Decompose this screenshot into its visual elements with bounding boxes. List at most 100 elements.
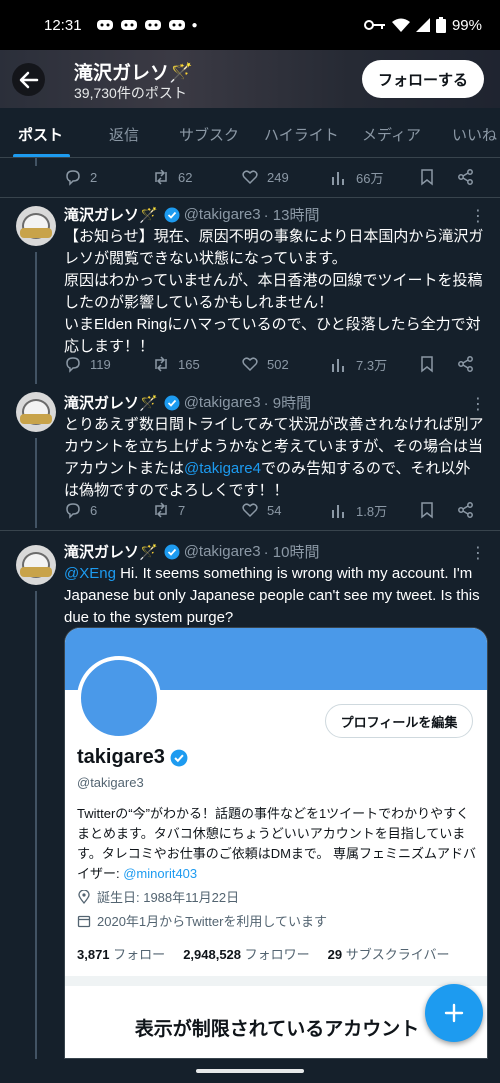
tweet-partial[interactable]: 2 62 249 66万 (0, 158, 500, 198)
heart-icon (242, 357, 258, 372)
attached-image-card[interactable]: プロフィールを編集 takigare3 @takigare3 Twitterの“… (64, 627, 488, 1059)
follow-button[interactable]: フォローする (362, 60, 484, 98)
more-options-icon[interactable]: ⋮ (470, 543, 486, 563)
tweet-header: 滝沢ガレソ🪄 @takigare3 · 9時間 (64, 392, 311, 413)
compose-post-button[interactable] (425, 984, 483, 1042)
repost-button[interactable]: 165 (152, 355, 200, 373)
repost-button[interactable]: 7 (152, 501, 185, 519)
card-name-text: takigare3 (77, 746, 165, 768)
share-icon (458, 169, 473, 185)
tweet-header: 滝沢ガレソ🪄 @takigare3 · 13時間 (64, 204, 319, 225)
battery-level: 99% (451, 16, 482, 34)
reply-button[interactable]: 6 (64, 501, 97, 519)
thread-line (35, 252, 37, 384)
plus-icon (444, 1003, 464, 1023)
bookmark-button[interactable] (418, 168, 436, 186)
reply-icon (66, 170, 80, 186)
tweet-time: · 9時間 (263, 395, 312, 412)
tab-replies[interactable]: 返信 (109, 124, 139, 145)
home-gesture-handle[interactable] (196, 1069, 304, 1073)
bar-chart-icon (332, 358, 344, 372)
calendar-icon (77, 915, 91, 927)
tab-highlights[interactable]: ハイライト (264, 124, 339, 145)
bookmark-icon (421, 169, 433, 186)
more-options-icon[interactable]: ⋮ (470, 206, 486, 226)
avatar[interactable] (16, 206, 56, 246)
key-icon (363, 20, 385, 30)
views-button[interactable]: 1.8万 (330, 501, 387, 520)
more-options-icon[interactable]: ⋮ (470, 394, 486, 414)
tweet[interactable]: 滝沢ガレソ🪄 @takigare3 · 13時間 ⋮ 【お知らせ】現在、原因不明… (0, 198, 500, 384)
signal-icon (415, 18, 430, 32)
tweet-text: @XEng Hi. It seems something is wrong wi… (64, 563, 484, 629)
status-time: 12:31 (44, 16, 82, 34)
heart-icon (242, 503, 258, 518)
thread-line (35, 158, 37, 166)
tweet[interactable]: 滝沢ガレソ🪄 @takigare3 · 9時間 ⋮ とりあえず数日間トライしてみ… (0, 384, 500, 530)
tweet-header: 滝沢ガレソ🪄 @takigare3 · 10時間 (64, 541, 319, 562)
discord-icon (144, 20, 161, 30)
views-button[interactable]: 7.3万 (330, 355, 387, 374)
reply-count: 119 (90, 356, 111, 372)
view-count: 7.3万 (356, 358, 388, 373)
tweet-text-part: Hi. It seems something is wrong with my … (64, 565, 484, 626)
subscribers-count: 29 (327, 947, 343, 962)
reply-button[interactable]: 119 (64, 355, 111, 373)
card-profile-name: takigare3 (77, 746, 188, 769)
back-button[interactable] (12, 63, 45, 96)
tweet-text: とりあえず数日間トライしてみて状況が改善されなければ別アカウントを立ち上げようか… (64, 414, 484, 502)
repost-count: 7 (178, 502, 186, 518)
followers-count: 2,948,528 (183, 947, 242, 962)
tweet-time: · 13時間 (263, 207, 320, 224)
repost-icon (155, 356, 167, 372)
mention-link[interactable]: @takigare4 (184, 460, 261, 477)
author-name[interactable]: 滝沢ガレソ🪄 (64, 204, 158, 225)
like-count: 502 (267, 356, 289, 372)
card-following: 3,871 フォロー (77, 944, 165, 963)
bookmark-button[interactable] (418, 501, 436, 519)
verified-badge-icon (164, 395, 180, 410)
author-name[interactable]: 滝沢ガレソ🪄 (64, 392, 158, 413)
like-button[interactable]: 54 (241, 501, 281, 519)
views-button[interactable]: 66万 (330, 168, 383, 187)
card-handle: @takigare3 (77, 775, 144, 790)
repost-button[interactable]: 62 (152, 168, 192, 186)
verified-badge-icon (164, 207, 180, 222)
card-followers: 2,948,528 フォロワー (183, 944, 309, 963)
avatar[interactable] (16, 545, 56, 585)
location-pin-icon (78, 889, 90, 904)
edit-profile-button: プロフィールを編集 (325, 704, 473, 738)
author-handle[interactable]: @takigare3 (184, 543, 261, 560)
share-button[interactable] (457, 501, 475, 519)
card-subscribers: 29 サブスクライバー (328, 944, 450, 963)
tab-subscriptions[interactable]: サブスク (179, 124, 239, 145)
like-count: 249 (267, 169, 289, 185)
like-button[interactable]: 249 (241, 168, 289, 186)
avatar[interactable] (16, 392, 56, 432)
bookmark-button[interactable] (418, 355, 436, 373)
card-birthday-text: 誕生日: 1988年11月22日 (97, 890, 240, 905)
author-name[interactable]: 滝沢ガレソ🪄 (64, 541, 158, 562)
tab-likes[interactable]: いいね (452, 124, 497, 145)
share-button[interactable] (457, 168, 475, 186)
author-handle[interactable]: @takigare3 (184, 206, 261, 223)
tab-media[interactable]: メディア (362, 124, 421, 145)
like-button[interactable]: 502 (241, 355, 289, 373)
tweet-text: 【お知らせ】現在、原因不明の事象により日本国内から滝沢ガレソが閲覧できない状態に… (64, 228, 484, 355)
card-stats: 3,871 フォロー 2,948,528 フォロワー 29 サブスクライバー (77, 944, 450, 963)
author-handle[interactable]: @takigare3 (184, 394, 261, 411)
reply-icon (66, 357, 80, 373)
reply-count: 6 (90, 502, 98, 518)
card-joined: 2020年1月からTwitterを利用しています (77, 911, 327, 930)
arrow-left-icon (19, 71, 38, 88)
mention-link[interactable]: @XEng (64, 565, 116, 582)
tab-posts[interactable]: ポスト (18, 124, 63, 145)
following-count: 3,871 (77, 947, 110, 962)
subscribers-label: サブスクライバー (345, 947, 450, 962)
reply-button[interactable]: 2 (64, 168, 97, 186)
followers-label: フォロワー (244, 947, 310, 962)
share-button[interactable] (457, 355, 475, 373)
reply-count: 2 (90, 169, 98, 185)
profile-tabs: ポスト 返信 サブスク ハイライト メディア いいね (0, 108, 500, 158)
notification-dot-icon: ● (191, 19, 198, 31)
